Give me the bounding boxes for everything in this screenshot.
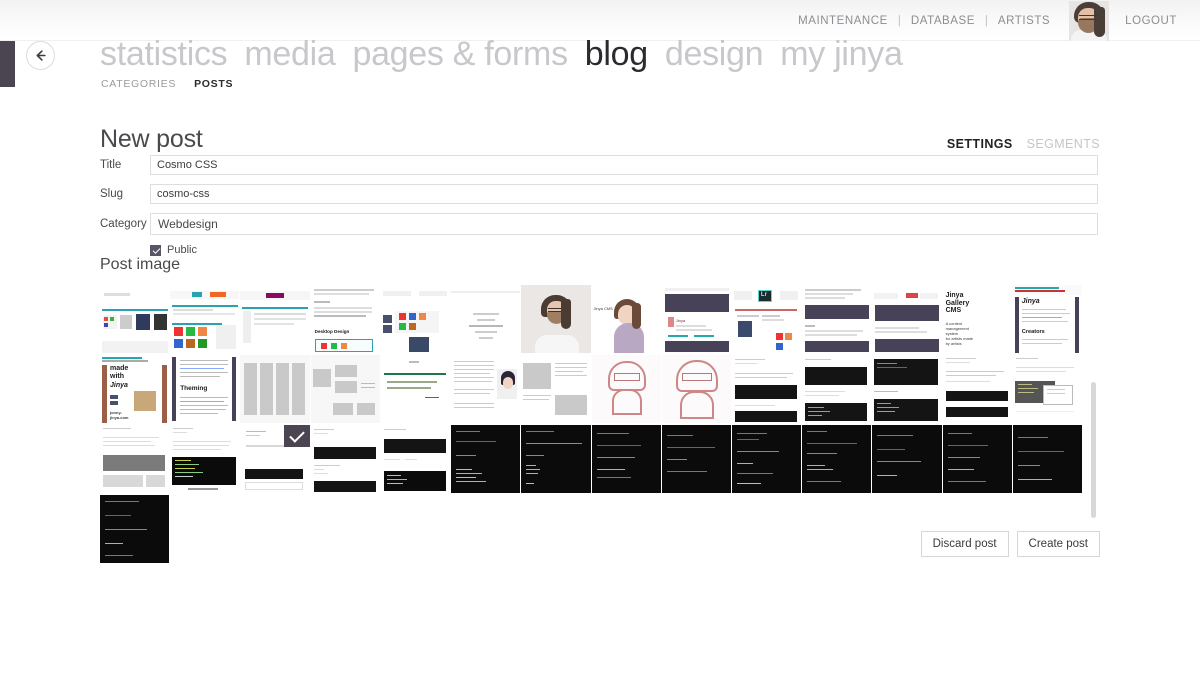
thumbnail-item-selected[interactable] [240,425,310,493]
thumbnail-grid: Desktop Design Jinya CMS Jinya Lr Jinya … [100,285,1082,563]
title-input[interactable] [150,155,1098,175]
title-row: Title [100,155,1098,175]
thumbnail-item[interactable] [451,355,521,423]
nav-item-media[interactable]: media [244,34,335,75]
thumbnail-item[interactable]: Theming [170,355,240,423]
thumbnail-item[interactable] [1012,355,1082,423]
thumbnail-item[interactable]: made with Jinya jonny-jinya.com [100,355,170,423]
top-link-maintenance[interactable]: MAINTENANCE [789,15,897,27]
public-checkbox[interactable] [150,244,161,256]
grid-scrollbar[interactable] [1091,382,1096,518]
thumbnail-item[interactable] [521,285,591,353]
tab-segments[interactable]: SEGMENTS [1027,137,1100,151]
thumbnail-item[interactable] [591,355,661,423]
thumbnail-item[interactable] [802,355,872,423]
thumbnail-item[interactable] [100,425,170,493]
top-link-artists[interactable]: ARTISTS [989,15,1059,27]
thumbnail-item[interactable] [731,425,802,493]
thumbnail-item[interactable] [942,425,1012,493]
user-avatar[interactable] [1069,0,1110,41]
thumbnail-item[interactable] [1012,425,1082,493]
thumbnail-item[interactable] [100,495,170,563]
post-image-label: Post image [100,256,181,273]
thumbnail-item[interactable] [310,425,380,493]
thumbnail-item[interactable] [170,425,240,493]
arrow-left-icon [33,48,48,63]
settings-tabs: SETTINGS SEGMENTS [947,137,1100,151]
logout-link[interactable]: LOGOUT [1116,15,1186,27]
thumbnail-item[interactable] [521,425,591,493]
page-title: New post [100,124,203,153]
public-row: Public [100,244,1098,256]
discard-post-button[interactable]: Discard post [920,531,1009,558]
thumbnail-item[interactable] [170,285,240,353]
nav-item-my-jinya[interactable]: my jinya [780,34,903,75]
subnav-item-categories[interactable]: CATEGORIES [101,78,176,90]
thumbnail-item[interactable] [451,425,521,493]
thumbnail-item[interactable]: Jinya Creators [1012,285,1082,353]
thumbnail-item[interactable] [942,355,1012,423]
slug-input[interactable] [150,184,1098,204]
thumbnail-item[interactable] [521,355,591,423]
thumbnail-item[interactable] [380,285,451,353]
thumbnail-item[interactable] [100,285,170,353]
thumbnail-item[interactable] [310,355,380,423]
thumbnail-item[interactable]: Desktop Design [310,285,380,353]
thumbnail-item[interactable] [872,355,942,423]
post-form: Title Slug Category Webdesign Public [100,155,1098,256]
thumbnail-item[interactable] [591,425,661,493]
thumbnail-item[interactable] [240,285,310,353]
thumbnail-item[interactable] [380,425,451,493]
thumbnail-item[interactable] [451,285,521,353]
thumbnail-item[interactable] [661,355,731,423]
nav-item-design[interactable]: design [665,34,764,75]
slug-label: Slug [100,188,124,200]
thumbnail-item[interactable] [802,285,872,353]
avatar-hair-side [1094,6,1106,37]
post-image-picker: Desktop Design Jinya CMS Jinya Lr Jinya … [100,285,1098,563]
main-navigation: statistics media pages & forms blog desi… [100,34,903,75]
category-select-wrapper: Webdesign [150,213,1098,235]
thumbnail-item[interactable]: Lr [731,285,802,353]
form-actions: Discard post Create post [920,531,1100,558]
thumbnail-item[interactable]: Jinya [661,285,731,353]
tab-settings[interactable]: SETTINGS [947,137,1013,151]
thumbnail-item[interactable] [240,355,310,423]
title-label: Title [100,159,122,171]
thumbnail-item[interactable]: Jinya CMS [591,285,661,353]
sub-navigation: CATEGORIES POSTS [101,78,233,90]
check-icon [283,425,310,447]
avatar-glasses [1079,14,1099,20]
nav-item-blog[interactable]: blog [585,34,648,75]
thumbnail-item[interactable] [872,425,942,493]
create-post-button[interactable]: Create post [1016,531,1100,558]
thumbnail-item[interactable]: Jinya Gallery CMS A content management syste… [942,285,1012,353]
thumbnail-item[interactable] [802,425,872,493]
nav-item-statistics[interactable]: statistics [100,34,228,75]
left-accent-bar [0,41,15,87]
thumbnail-item[interactable] [661,425,731,493]
thumbnail-item[interactable] [872,285,942,353]
public-label: Public [167,244,197,256]
category-select[interactable]: Webdesign [150,213,1098,235]
thumbnail-item[interactable] [731,355,802,423]
nav-item-pages-and-forms[interactable]: pages & forms [352,34,568,75]
thumbnail-item[interactable] [380,355,451,423]
category-label: Category [100,218,147,230]
subnav-item-posts[interactable]: POSTS [194,78,233,90]
back-button[interactable] [26,41,55,70]
top-link-database[interactable]: DATABASE [902,15,984,27]
slug-row: Slug [100,184,1098,204]
category-row: Category Webdesign [100,213,1098,235]
